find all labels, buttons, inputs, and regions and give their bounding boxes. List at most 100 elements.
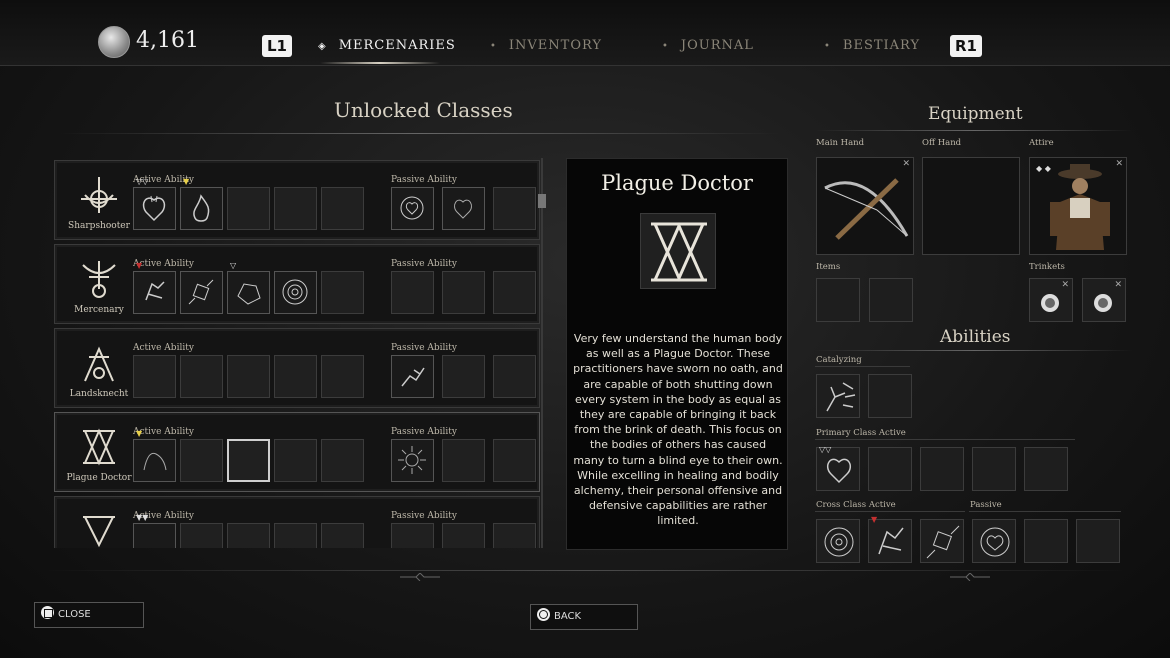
main-hand-slot[interactable]: ✕: [816, 157, 914, 255]
ability-slot[interactable]: [180, 355, 223, 398]
class-row-landsknecht[interactable]: Landsknecht Active Ability Passive Abili…: [54, 328, 540, 408]
passive-slot[interactable]: [493, 439, 536, 482]
passive-slot[interactable]: [442, 187, 485, 230]
ability-slot[interactable]: [227, 187, 270, 230]
class-detail-title: Plague Doctor: [601, 171, 753, 195]
off-hand-label: Off Hand: [922, 138, 962, 148]
ability-slot[interactable]: [321, 271, 364, 314]
unequip-icon[interactable]: ✕: [1061, 280, 1069, 290]
tab-journal[interactable]: • JOURNAL: [662, 38, 754, 53]
ability-slot[interactable]: ▼: [180, 178, 223, 230]
title-divider: [60, 133, 780, 134]
class-row-partial[interactable]: Active Ability Passive Ability ▼▼: [54, 496, 540, 548]
primary-group: [815, 439, 1075, 440]
abilities-title: Abilities: [940, 327, 1011, 347]
catalyzing-slot[interactable]: [868, 374, 912, 418]
fist-strike-icon: [188, 279, 214, 305]
ability-slot[interactable]: [133, 355, 176, 398]
ability-slot[interactable]: ▼: [133, 430, 176, 482]
scroll-thumb[interactable]: [538, 194, 546, 208]
passive-slot[interactable]: [493, 271, 536, 314]
passive-slot[interactable]: [391, 271, 434, 314]
item-slot[interactable]: [869, 278, 913, 322]
cross-ability-slot[interactable]: [816, 519, 860, 563]
coin-icon: [98, 26, 130, 58]
passive-ability-label: Passive Ability: [391, 259, 458, 269]
class-row-sharpshooter[interactable]: Sharpshooter Active Ability Passive Abil…: [54, 160, 540, 240]
passive-slot[interactable]: [493, 355, 536, 398]
ability-slot[interactable]: [274, 187, 317, 230]
passive-slot[interactable]: [442, 271, 485, 314]
upgrade-diamond-icon: ◆ ◆: [1036, 164, 1051, 173]
unequip-icon[interactable]: ✕: [1115, 159, 1123, 169]
primary-ability-slot[interactable]: [868, 447, 912, 491]
ability-slot[interactable]: ▽: [227, 262, 270, 314]
ability-slot[interactable]: [227, 355, 270, 398]
rank-marker-icon: ▼▼: [136, 513, 149, 522]
ability-slot[interactable]: [274, 523, 317, 548]
passive-slot[interactable]: [391, 187, 434, 230]
tab-inventory[interactable]: • INVENTORY: [490, 38, 602, 53]
passive-slot[interactable]: [391, 355, 434, 398]
ability-slot[interactable]: [321, 355, 364, 398]
back-button[interactable]: BACK: [530, 604, 638, 630]
ability-slot[interactable]: [321, 523, 364, 548]
tab-bestiary[interactable]: • BESTIARY: [824, 38, 920, 53]
ability-slot[interactable]: ▼▼: [133, 514, 176, 548]
footer-divider: [40, 570, 1130, 571]
rank-marker-icon: ▼: [183, 177, 190, 186]
primary-class-active-label: Primary Class Active: [816, 428, 906, 438]
class-name: Plague Doctor: [66, 473, 132, 483]
cross-group: [815, 511, 965, 512]
ability-slot[interactable]: [274, 271, 317, 314]
attire-slot[interactable]: ✕ ◆ ◆: [1029, 157, 1127, 255]
passive-ability-slot[interactable]: [972, 519, 1016, 563]
ability-slot[interactable]: ▼: [133, 262, 176, 314]
unequip-icon[interactable]: ✕: [902, 159, 910, 169]
passive-slot[interactable]: [391, 523, 434, 548]
passive-slot[interactable]: [493, 187, 536, 230]
unequip-icon[interactable]: ✕: [1114, 280, 1122, 290]
r1-bumper-button[interactable]: R1: [950, 35, 982, 57]
ability-slot[interactable]: [274, 355, 317, 398]
ability-slot[interactable]: [321, 439, 364, 482]
circle-button-icon: [537, 608, 550, 621]
trinket-slot[interactable]: ✕: [1029, 278, 1073, 322]
rank-marker-icon: ▽▽: [136, 177, 149, 186]
ability-slot[interactable]: [321, 187, 364, 230]
cross-ability-slot[interactable]: ▼: [868, 516, 912, 563]
primary-ability-slot[interactable]: [972, 447, 1016, 491]
ability-slot[interactable]: [227, 523, 270, 548]
passive-slot[interactable]: [493, 523, 536, 548]
passive-ability-slot[interactable]: [1076, 519, 1120, 563]
passive-slot[interactable]: [442, 439, 485, 482]
off-hand-slot[interactable]: [922, 157, 1020, 255]
item-slot[interactable]: [816, 278, 860, 322]
trinket-slot[interactable]: ✕: [1082, 278, 1126, 322]
close-button[interactable]: CLOSE: [34, 602, 144, 628]
cross-ability-slot[interactable]: [920, 519, 964, 563]
channeling-figure-icon: [826, 382, 856, 412]
l1-bumper-button[interactable]: L1: [262, 35, 292, 57]
ability-slot[interactable]: [180, 271, 223, 314]
tab-mercenaries[interactable]: ◈ MERCENARIES: [318, 38, 456, 53]
passive-slot[interactable]: [442, 355, 485, 398]
class-row-plague-doctor[interactable]: Plague Doctor Active Ability Passive Abi…: [54, 412, 540, 492]
primary-ability-slot[interactable]: [1024, 447, 1068, 491]
attire-label: Attire: [1029, 138, 1054, 148]
passive-slot[interactable]: [391, 439, 434, 482]
active-ability-label: Active Ability: [133, 343, 194, 353]
passive-slot[interactable]: [442, 523, 485, 548]
primary-ability-slot[interactable]: ▽▽: [816, 446, 860, 491]
class-row-mercenary[interactable]: Mercenary Active Ability Passive Ability…: [54, 244, 540, 324]
ability-slot[interactable]: [180, 523, 223, 548]
ability-slot[interactable]: [180, 439, 223, 482]
primary-ability-slot[interactable]: [920, 447, 964, 491]
ability-slot[interactable]: [274, 439, 317, 482]
catalyzing-slot[interactable]: [816, 374, 860, 418]
mercenary-sigil-icon: [82, 261, 116, 298]
ability-slot-selected[interactable]: [227, 439, 270, 482]
passive-ability-slot[interactable]: [1024, 519, 1068, 563]
ability-slot[interactable]: ▽▽: [133, 178, 176, 230]
class-list-scrollbar[interactable]: [538, 158, 546, 548]
